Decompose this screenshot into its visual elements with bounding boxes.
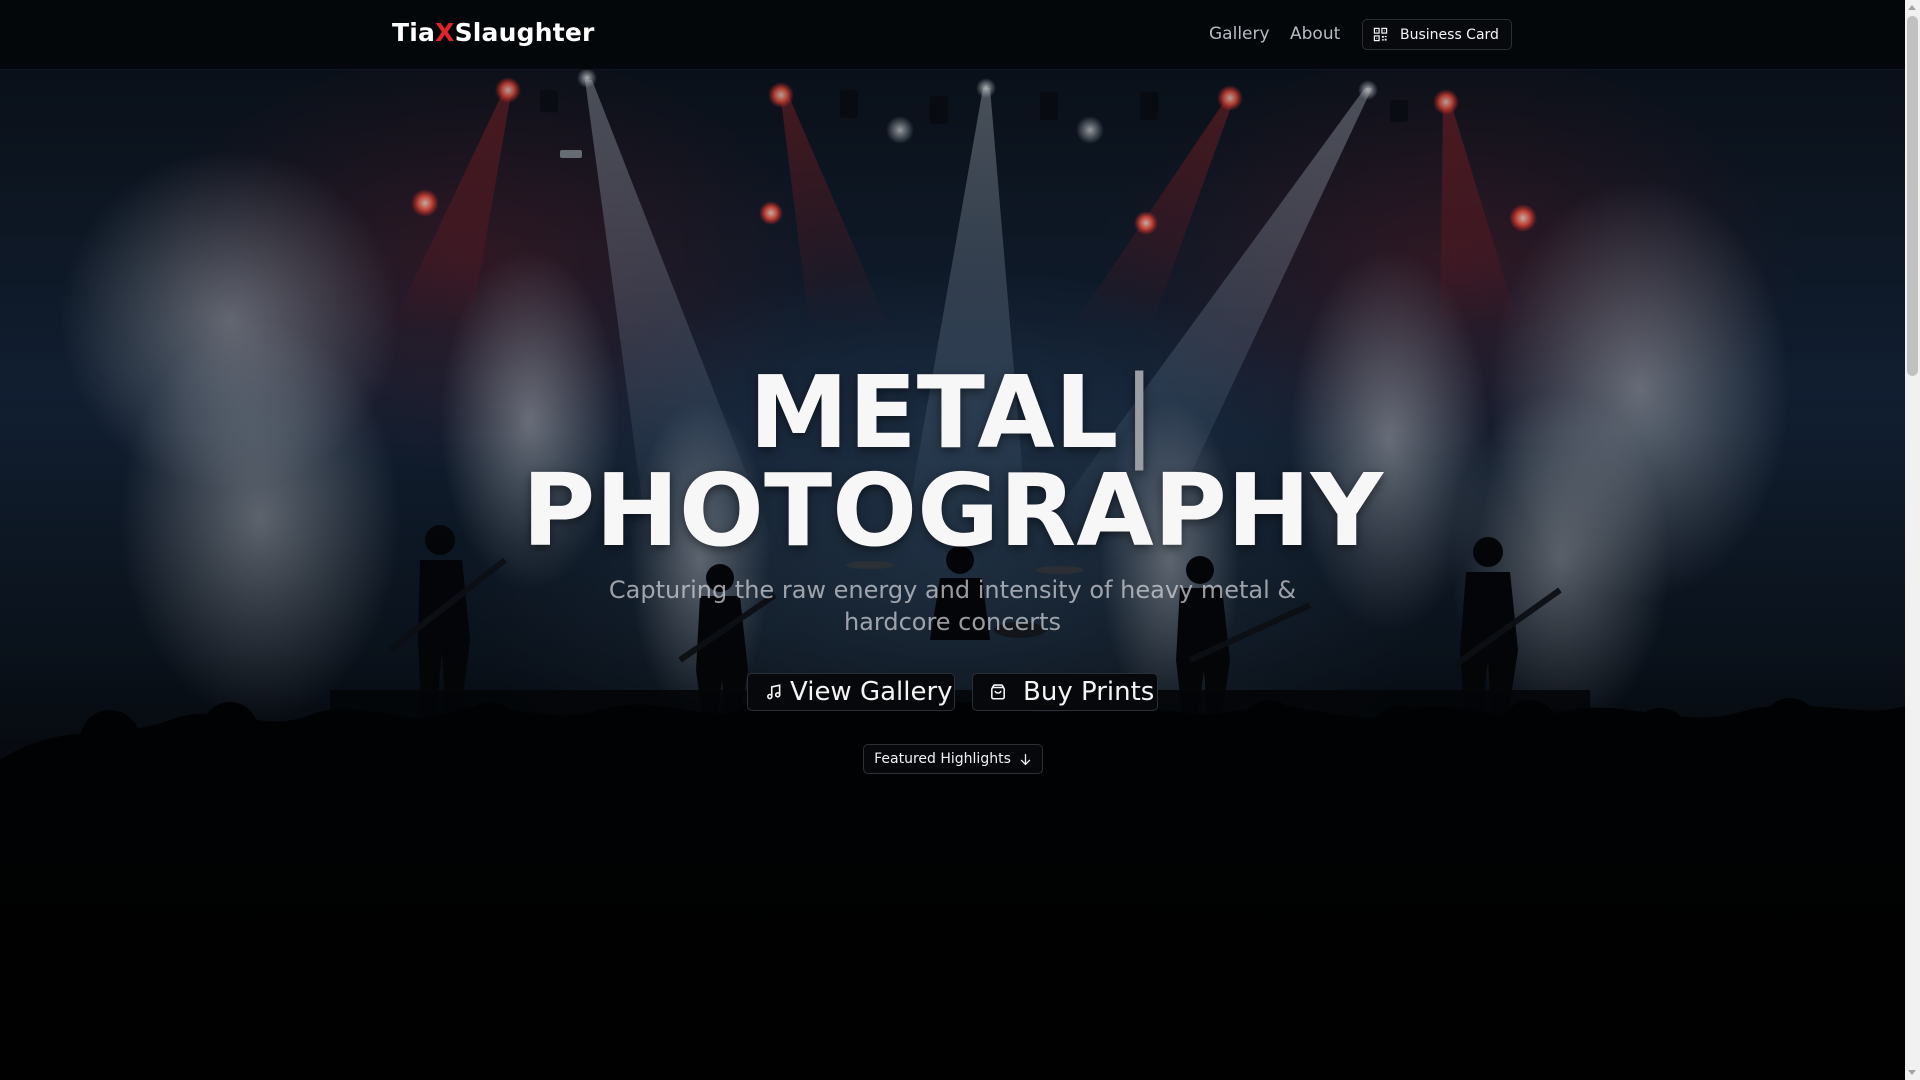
arrow-down-icon xyxy=(1020,753,1031,765)
featured-highlights-label: Featured Highlights xyxy=(874,751,1011,767)
shopping-bag-icon xyxy=(991,684,1005,700)
buy-prints-label: Buy Prints xyxy=(1023,677,1155,707)
scroll-down-arrow-icon[interactable] xyxy=(1908,1070,1916,1075)
brand-name-part1: Tia xyxy=(392,18,436,47)
qr-code-icon xyxy=(1373,27,1388,42)
featured-highlights-button[interactable]: Featured Highlights xyxy=(863,744,1043,774)
brand-name-part2: Slaughter xyxy=(454,18,595,47)
view-gallery-label: View Gallery xyxy=(790,677,953,707)
view-gallery-button[interactable]: View Gallery xyxy=(747,673,955,711)
buy-prints-button[interactable]: Buy Prints xyxy=(972,673,1158,711)
page-scrollbar[interactable] xyxy=(1905,0,1920,1080)
scroll-up-arrow-icon[interactable] xyxy=(1908,5,1916,10)
top-navbar: TiaXSlaughter Gallery About Business Car… xyxy=(0,0,1905,70)
nav-link-about[interactable]: About xyxy=(1290,24,1340,44)
business-card-button[interactable]: Business Card xyxy=(1362,19,1512,50)
business-card-label: Business Card xyxy=(1400,26,1499,43)
nav-link-gallery[interactable]: Gallery xyxy=(1209,24,1270,44)
brand-logo[interactable]: TiaXSlaughter xyxy=(392,18,595,47)
music-note-icon xyxy=(767,684,781,700)
scrollbar-thumb[interactable] xyxy=(1907,16,1918,376)
hero-headline-line2: PHOTOGRAPHY xyxy=(521,452,1384,569)
brand-name-accent: X xyxy=(435,18,455,47)
hero-subtitle: Capturing the raw energy and intensity o… xyxy=(608,576,1297,636)
